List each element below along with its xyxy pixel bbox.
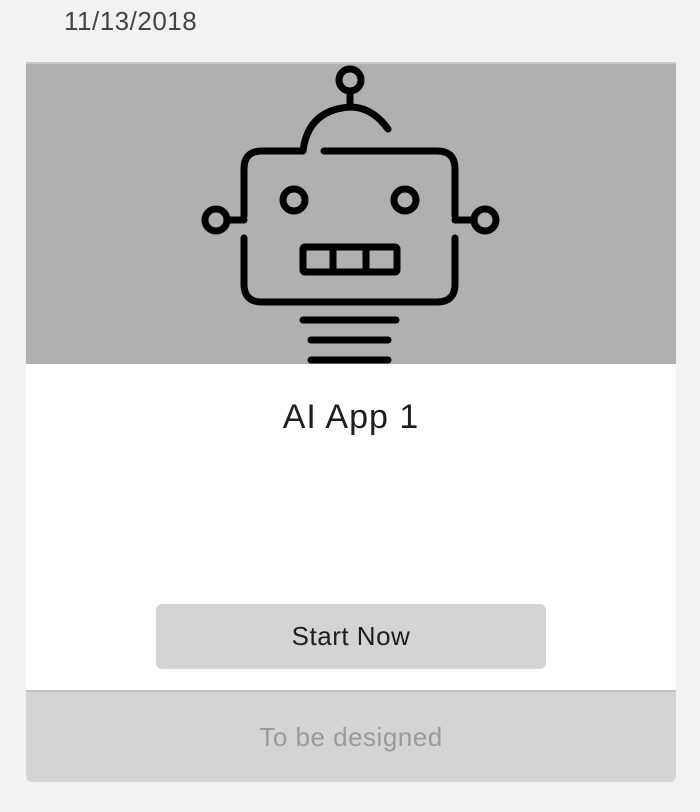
app-card: AI App 1 Start Now To be designed [26,62,676,782]
card-title: AI App 1 [282,398,420,436]
date-label: 11/13/2018 [64,6,198,36]
card-footer-status: To be designed [26,690,676,782]
robot-icon [201,65,500,364]
card-image [26,62,676,364]
start-now-button[interactable]: Start Now [156,604,546,669]
